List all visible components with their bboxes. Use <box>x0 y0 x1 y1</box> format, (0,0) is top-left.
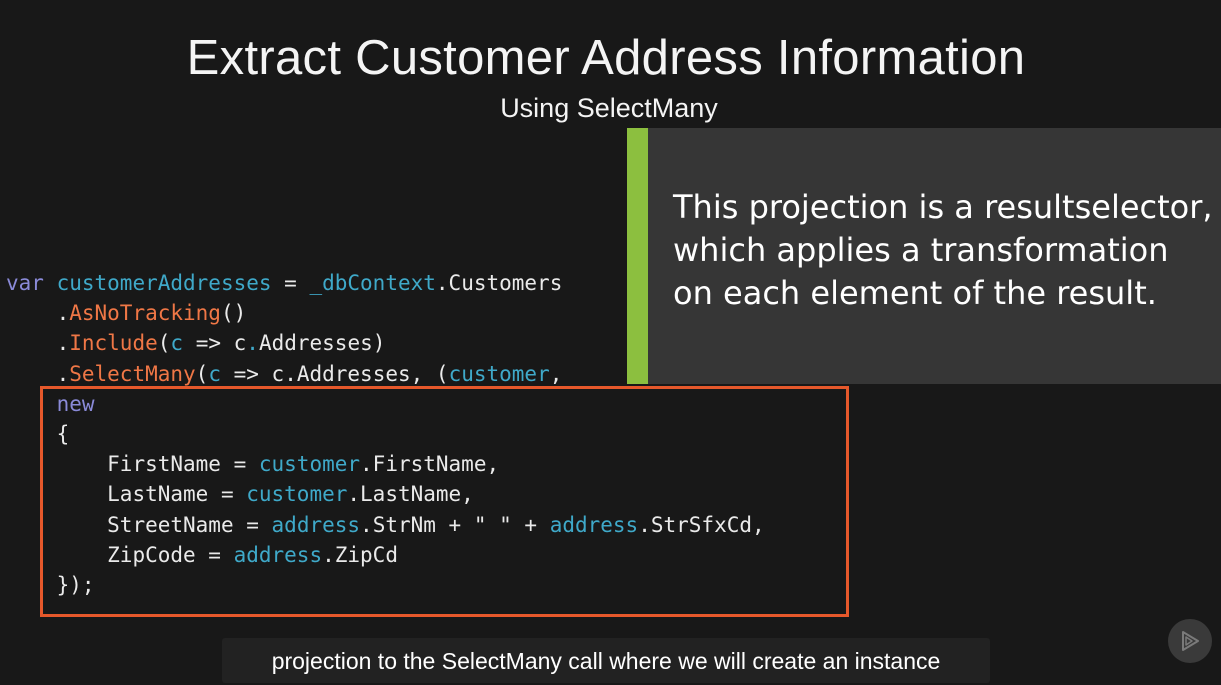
code-keyword: var <box>6 271 44 295</box>
play-icon <box>1182 631 1199 651</box>
code-text: . <box>56 361 70 386</box>
code-text: ( <box>157 331 171 356</box>
code-highlight-box <box>40 386 849 617</box>
code-method: Include <box>69 331 158 356</box>
code-text: . <box>56 301 70 326</box>
code-text: . <box>56 331 70 356</box>
play-button[interactable] <box>1168 619 1212 663</box>
slide-title: Extract Customer Address Information <box>186 31 1026 85</box>
code-identifier: c <box>208 361 221 386</box>
code-text: () <box>220 301 247 326</box>
code-text: => c <box>183 331 247 356</box>
subtitle-caption: projection to the SelectMany call where … <box>222 638 990 683</box>
code-text: Addresses) <box>258 331 386 356</box>
callout-accent-bar <box>627 128 648 384</box>
code-identifier: c <box>170 331 184 356</box>
slide-subtitle: Using SelectMany <box>500 93 718 123</box>
code-text: = <box>271 271 310 295</box>
code-method: AsNoTracking <box>69 301 221 326</box>
code-text: . <box>246 331 259 356</box>
code-text: .Customers <box>435 271 563 295</box>
code-text: ( <box>195 361 209 386</box>
code-text: => c.Addresses, ( <box>220 361 449 386</box>
code-identifier: customer <box>448 361 550 386</box>
callout-text: This projection is a resultselector, whi… <box>673 188 1213 312</box>
code-method: SelectMany <box>69 361 196 386</box>
callout-panel: This projection is a resultselector, whi… <box>627 128 1221 384</box>
code-identifier: _dbContext <box>309 271 436 295</box>
code-identifier: customerAddresses <box>56 271 272 295</box>
code-text: , <box>549 361 563 386</box>
